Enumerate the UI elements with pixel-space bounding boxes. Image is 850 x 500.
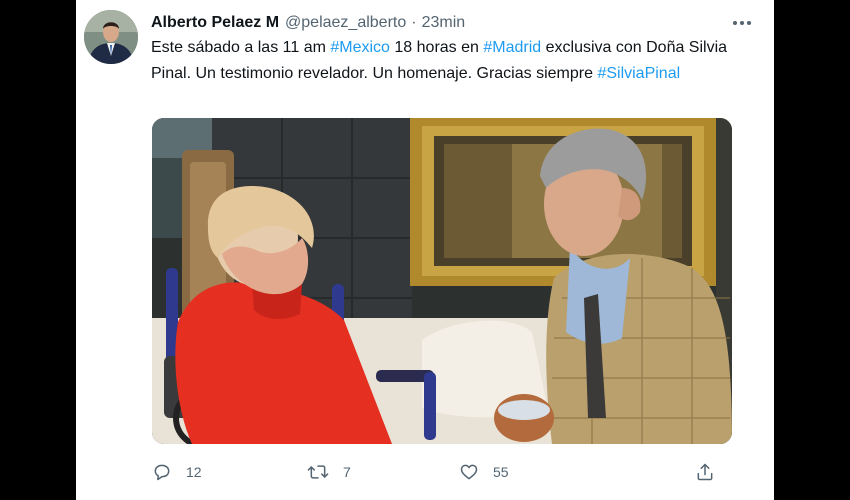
tweet-text: Este sábado a las 11 am #Mexico 18 horas… <box>151 35 751 87</box>
author-handle[interactable]: @pelaez_alberto <box>285 14 406 32</box>
avatar-image <box>84 10 138 64</box>
retweet-button[interactable]: 7 <box>307 458 351 486</box>
like-button[interactable]: 55 <box>459 458 509 486</box>
interview-photo <box>152 118 732 444</box>
tweet-header: Alberto Pelaez M @pelaez_alberto · 23min <box>151 11 754 35</box>
more-dots-icon <box>733 21 751 25</box>
heart-icon <box>460 464 478 480</box>
retweet-count: 7 <box>343 464 351 480</box>
author-name[interactable]: Alberto Pelaez M <box>151 14 279 32</box>
share-upload-icon <box>697 463 713 481</box>
reply-count: 12 <box>186 464 202 480</box>
tweet-timestamp[interactable]: 23min <box>422 14 466 32</box>
retweet-icon <box>307 465 329 479</box>
tweet-action-bar: 12 7 55 <box>152 458 732 486</box>
header-separator: · <box>411 14 417 31</box>
author-avatar[interactable] <box>84 10 138 64</box>
hashtag-link[interactable]: #SilviaPinal <box>597 65 680 82</box>
tweet-text-part: Este sábado a las 11 am <box>151 39 331 56</box>
tweet-card: Alberto Pelaez M @pelaez_alberto · 23min… <box>76 0 774 500</box>
hashtag-link[interactable]: #Madrid <box>483 39 541 56</box>
reply-bubble-icon <box>154 464 170 481</box>
reply-button[interactable]: 12 <box>152 458 202 486</box>
tweet-media-photo[interactable] <box>152 118 732 444</box>
tweet-text-part: 18 horas en <box>389 39 484 56</box>
hashtag-link[interactable]: #Mexico <box>330 39 390 56</box>
more-options-button[interactable] <box>730 13 754 33</box>
like-count: 55 <box>493 464 509 480</box>
share-button[interactable] <box>695 458 715 486</box>
